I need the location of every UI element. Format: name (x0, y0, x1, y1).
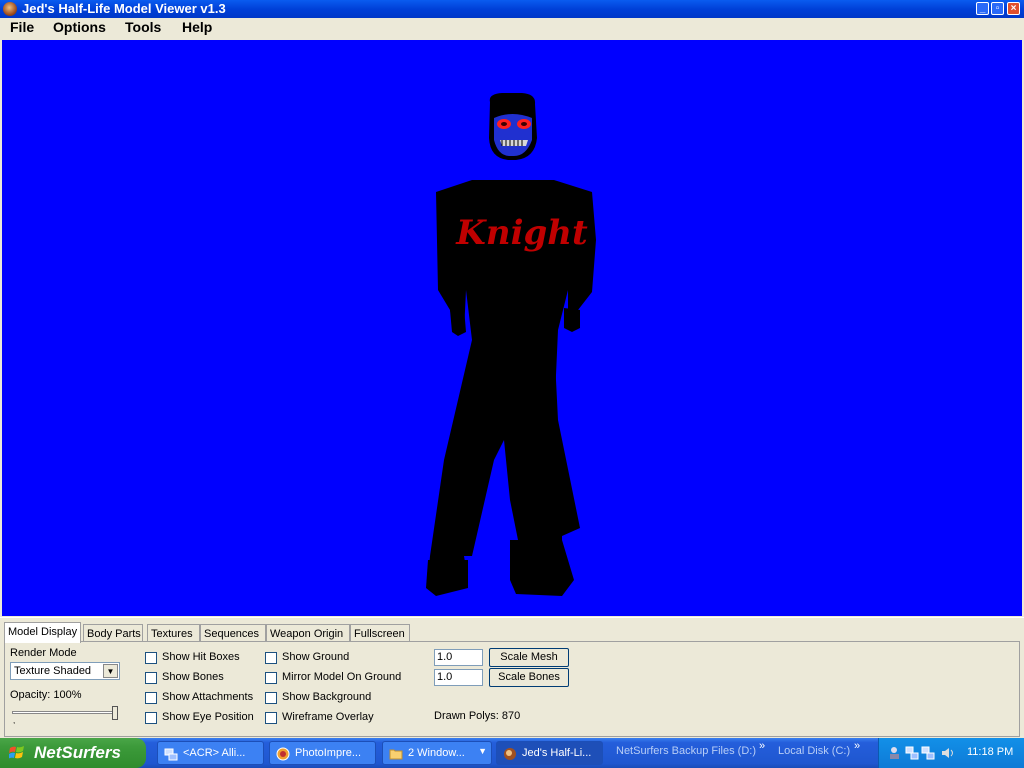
restore-button[interactable]: ▫ (991, 2, 1004, 15)
tab-textures[interactable]: Textures (147, 624, 200, 642)
scale-bones-input[interactable]: 1.0 (434, 669, 483, 686)
users-icon[interactable] (889, 746, 903, 760)
start-button[interactable]: NetSurfers (0, 738, 146, 768)
show-attachments-label: Show Attachments (162, 691, 254, 703)
show-background-label: Show Background (282, 691, 372, 703)
title-bar[interactable]: Jed's Half-Life Model Viewer v1.3 _ ▫ × (0, 0, 1024, 18)
tab-body-parts[interactable]: Body Parts (83, 624, 143, 642)
show-ground-label: Show Ground (282, 651, 350, 663)
restore-icon: ▫ (995, 3, 1000, 14)
mirror-model-checkbox[interactable] (265, 672, 277, 684)
task-label: PhotoImpre... (295, 747, 362, 759)
task-label: <ACR> Alli... (183, 747, 246, 759)
opacity-slider-thumb[interactable] (112, 706, 118, 720)
menu-file[interactable]: File (6, 19, 38, 35)
taskbar: NetSurfers <ACR> Alli... PhotoImpre... 2… (0, 738, 1024, 768)
clock[interactable]: 11:18 PM (967, 746, 1013, 758)
wireframe-overlay-checkbox[interactable] (265, 712, 277, 724)
slider-tick: , (13, 716, 16, 725)
show-attachments-checkbox[interactable] (145, 692, 157, 704)
mirror-model-label: Mirror Model On Ground (282, 671, 402, 683)
model-hand-right (564, 308, 580, 332)
menu-help[interactable]: Help (178, 19, 216, 35)
scale-bones-button[interactable]: Scale Bones (489, 668, 569, 687)
chevron-right-icon[interactable]: » (759, 740, 765, 752)
close-icon: × (1010, 3, 1017, 14)
network-connection-icon[interactable] (905, 746, 919, 760)
task-label: Jed's Half-Li... (522, 747, 592, 759)
folder-icon (389, 749, 403, 760)
tab-model-display[interactable]: Model Display (4, 622, 81, 643)
render-mode-label: Render Mode (10, 647, 77, 659)
network-connection-icon[interactable] (921, 746, 935, 760)
show-bones-label: Show Bones (162, 671, 224, 683)
task-windows-group[interactable]: 2 Window... ▼ (382, 741, 492, 765)
hlmv-icon (504, 748, 516, 760)
photoimpact-icon (276, 747, 290, 761)
task-acr[interactable]: <ACR> Alli... (157, 741, 264, 765)
app-icon[interactable] (3, 2, 17, 16)
scale-mesh-button[interactable]: Scale Mesh (489, 648, 569, 667)
show-ground-checkbox[interactable] (265, 652, 277, 664)
network-icon (164, 748, 178, 761)
show-hit-boxes-label: Show Hit Boxes (162, 651, 240, 663)
task-hlmv[interactable]: Jed's Half-Li... (496, 741, 603, 765)
control-panel: Model Display Body Parts Textures Sequen… (0, 617, 1024, 739)
show-eye-position-checkbox[interactable] (145, 712, 157, 724)
close-button[interactable]: × (1007, 2, 1020, 15)
render-mode-value: Texture Shaded (14, 665, 92, 677)
tab-weapon-origin[interactable]: Weapon Origin (266, 624, 350, 642)
drawn-polys-label: Drawn Polys: 870 (434, 710, 521, 722)
tab-fullscreen[interactable]: Fullscreen (350, 624, 410, 642)
task-label: 2 Window... (408, 747, 465, 759)
opacity-label: Opacity: 100% (10, 689, 82, 701)
model-render: Knight (426, 93, 596, 596)
show-eye-position-label: Show Eye Position (162, 711, 254, 723)
volume-icon[interactable] (941, 746, 955, 760)
deskbar-backup-files[interactable]: NetSurfers Backup Files (D:) (616, 745, 756, 757)
menu-tools[interactable]: Tools (121, 19, 165, 35)
start-label: NetSurfers (34, 743, 121, 762)
model-display-pane: Render Mode Texture Shaded ▼ Opacity: 10… (4, 641, 1020, 737)
menu-bar: File Options Tools Help (0, 18, 1024, 38)
task-photoimpact[interactable]: PhotoImpre... (269, 741, 376, 765)
window-title: Jed's Half-Life Model Viewer v1.3 (22, 1, 226, 16)
scale-mesh-input[interactable]: 1.0 (434, 649, 483, 666)
chevron-down-icon: ▼ (478, 746, 487, 756)
windows-flag-icon (9, 746, 24, 759)
model-hand-left (450, 308, 466, 336)
model-shirt-text: Knight (455, 213, 588, 253)
system-tray: 11:18 PM (878, 738, 1024, 768)
model-boots (426, 560, 468, 596)
opacity-slider[interactable] (12, 711, 118, 714)
model-viewport[interactable]: Knight (2, 40, 1022, 616)
deskbar-local-disk[interactable]: Local Disk (C:) (778, 745, 850, 757)
chevron-right-icon[interactable]: » (854, 740, 860, 752)
minimize-button[interactable]: _ (976, 2, 989, 15)
minimize-icon: _ (979, 3, 986, 14)
show-background-checkbox[interactable] (265, 692, 277, 704)
show-hit-boxes-checkbox[interactable] (145, 652, 157, 664)
tab-sequences[interactable]: Sequences (200, 624, 266, 642)
menu-options[interactable]: Options (49, 19, 110, 35)
chevron-down-icon[interactable]: ▼ (103, 664, 118, 678)
wireframe-overlay-label: Wireframe Overlay (282, 711, 374, 723)
show-bones-checkbox[interactable] (145, 672, 157, 684)
render-mode-select[interactable]: Texture Shaded ▼ (10, 662, 120, 680)
